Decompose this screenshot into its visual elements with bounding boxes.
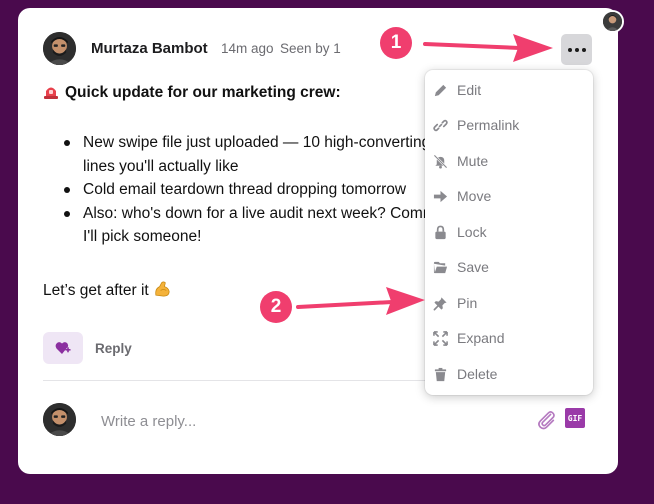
- current-user-avatar: [43, 403, 76, 436]
- paperclip-icon[interactable]: [535, 408, 557, 430]
- author-name[interactable]: Murtaza Bambot: [91, 40, 208, 57]
- gif-button[interactable]: GIF: [565, 408, 585, 428]
- reply-input[interactable]: Write a reply...: [101, 413, 196, 430]
- menu-item-expand[interactable]: Expand: [425, 323, 593, 353]
- add-reaction-button[interactable]: [43, 332, 83, 364]
- post-bullet-list: New swipe file just uploaded — 10 high-c…: [64, 131, 429, 249]
- author-avatar[interactable]: [43, 32, 76, 65]
- flexed-biceps-icon: [155, 281, 170, 297]
- menu-item-pin[interactable]: Pin: [425, 288, 593, 318]
- list-item: Also: who's down for a live audit next w…: [64, 202, 429, 249]
- expand-icon: [433, 330, 448, 346]
- pencil-icon: [433, 83, 448, 98]
- menu-item-mute[interactable]: Mute: [425, 146, 593, 176]
- dot-icon: [574, 47, 579, 52]
- link-icon: [433, 118, 448, 133]
- reply-button[interactable]: Reply: [95, 341, 132, 356]
- siren-icon: [44, 87, 58, 99]
- list-item: New swipe file just uploaded — 10 high-c…: [64, 131, 429, 178]
- dot-icon: [567, 47, 572, 52]
- arrow-right-icon: [433, 189, 448, 204]
- more-options-button[interactable]: [561, 34, 592, 65]
- stage: Murtaza Bambot 14m ago Seen by 1 Quick u…: [0, 0, 654, 504]
- trash-icon: [433, 367, 448, 382]
- list-item: Cold email teardown thread dropping tomo…: [64, 178, 429, 202]
- post-options-menu: Edit Permalink Mute Move Lock Save Pin E…: [425, 70, 593, 395]
- post-timestamp[interactable]: 14m ago: [221, 41, 274, 56]
- post-title-text: Quick update for our marketing crew:: [65, 84, 341, 101]
- heart-plus-icon: [55, 342, 71, 354]
- menu-item-delete[interactable]: Delete: [425, 359, 593, 389]
- signoff-text: Let’s get after it: [43, 282, 149, 299]
- folder-icon: [433, 260, 448, 275]
- divider: [43, 380, 428, 381]
- post-signoff: Let’s get after it: [43, 279, 172, 300]
- menu-item-permalink[interactable]: Permalink: [425, 110, 593, 140]
- menu-item-edit[interactable]: Edit: [425, 75, 593, 105]
- annotation-badge-2: 2: [260, 291, 292, 323]
- menu-item-move[interactable]: Move: [425, 181, 593, 211]
- annotation-badge-1: 1: [380, 27, 412, 59]
- menu-item-save[interactable]: Save: [425, 252, 593, 282]
- post-title: Quick update for our marketing crew:: [43, 83, 341, 102]
- pin-icon: [433, 296, 448, 311]
- seen-by-count[interactable]: Seen by 1: [280, 41, 341, 56]
- dot-icon: [581, 47, 586, 52]
- bell-slash-icon: [433, 154, 448, 169]
- viewer-avatar[interactable]: [601, 10, 624, 33]
- lock-icon: [433, 225, 448, 240]
- menu-item-lock[interactable]: Lock: [425, 217, 593, 247]
